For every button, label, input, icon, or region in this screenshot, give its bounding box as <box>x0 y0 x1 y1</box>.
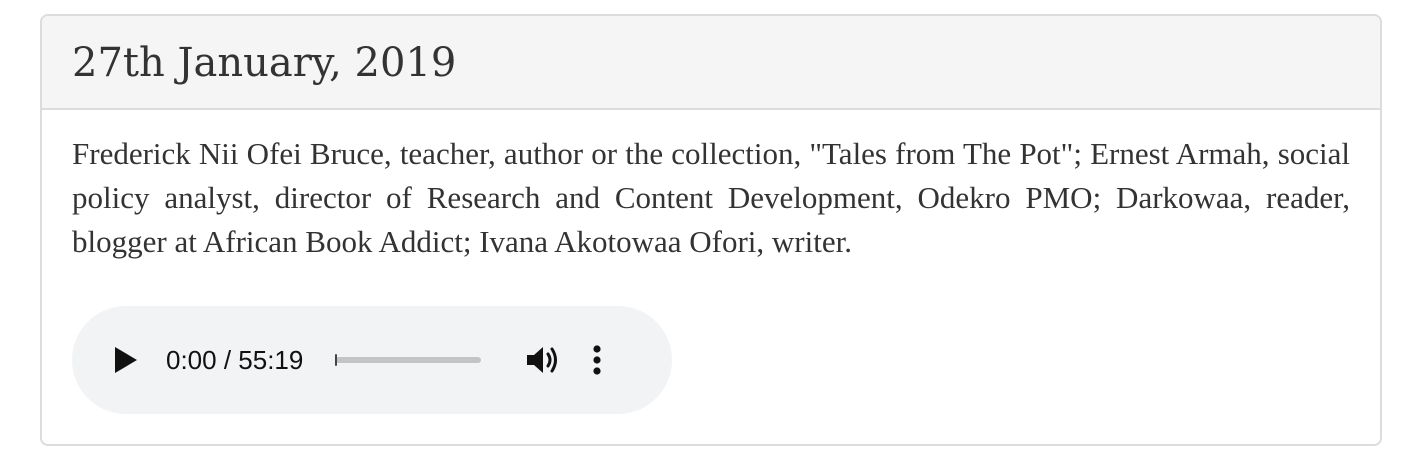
panel-body: Frederick Nii Ofei Bruce, teacher, autho… <box>42 110 1380 264</box>
volume-button[interactable] <box>527 345 561 375</box>
volume-icon <box>527 347 558 373</box>
progress-handle[interactable] <box>335 354 338 366</box>
episode-description: Frederick Nii Ofei Bruce, teacher, autho… <box>72 136 1350 259</box>
time-display: 0:00 / 55:19 <box>166 344 304 375</box>
progress-slider[interactable] <box>335 354 482 366</box>
panel-heading: 27th January, 2019 <box>42 16 1380 110</box>
play-icon <box>115 347 137 373</box>
play-button[interactable] <box>114 346 138 374</box>
audio-player[interactable]: 0:00 / 55:19 <box>72 306 672 414</box>
episode-panel: 27th January, 2019 Frederick Nii Ofei Br… <box>40 14 1382 446</box>
episode-date-title: 27th January, 2019 <box>72 40 457 86</box>
more-options-button[interactable] <box>591 344 603 376</box>
more-options-icon <box>593 345 601 375</box>
